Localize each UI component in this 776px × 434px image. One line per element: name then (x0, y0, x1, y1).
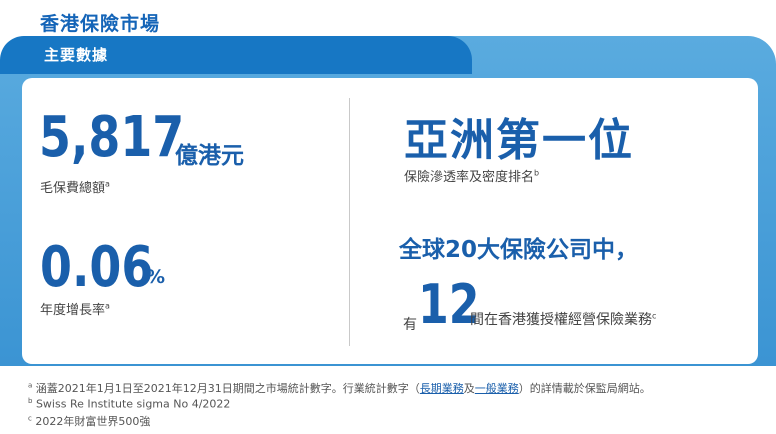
footnote-a: a 涵蓋2021年1月1日至2021年12月31日期間之市場統計數字。行業統計數… (28, 381, 651, 395)
section-tab-label: 主要數據 (44, 46, 109, 64)
footnote-ref-a: a (105, 301, 110, 311)
page-title: 香港保險市場 (40, 13, 161, 35)
footnote-c: c 2022年財富世界500強 (28, 414, 151, 428)
count-prefix: 有 (403, 317, 417, 333)
general-business-link[interactable]: 一般業務 (475, 382, 519, 395)
growth-rate-label: 年度增長率a (40, 301, 110, 318)
long-term-business-link[interactable]: 長期業務 (420, 382, 464, 395)
gross-premium-label: 毛保費總額a (40, 179, 110, 196)
global-insurers-heading: 全球20大保險公司中， (399, 237, 639, 263)
footnote-ref-b: b (534, 168, 540, 178)
card-divider (349, 98, 350, 346)
footnote-ref-c: c (652, 311, 657, 321)
footnote-b: b Swiss Re Institute sigma No 4/2022 (28, 397, 231, 411)
growth-rate-value: 0.06 (40, 235, 154, 300)
gross-premium-value: 5,817 (39, 105, 185, 170)
authorized-insurers-label: 間在香港獲授權經營保險業務c (470, 311, 657, 328)
rank-label: 保險滲透率及密度排名b (404, 168, 540, 185)
asia-rank-heading: 亞洲第一位 (404, 115, 634, 166)
gross-premium-unit: 億港元 (175, 143, 244, 169)
footnote-ref-a: a (105, 179, 110, 189)
growth-rate-unit: % (146, 266, 166, 288)
